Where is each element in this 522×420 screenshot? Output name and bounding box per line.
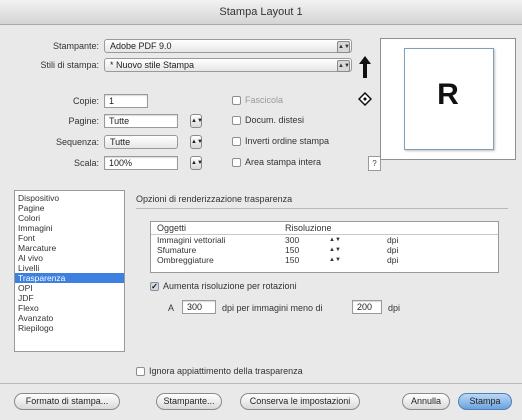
collate-checkbox[interactable]: [232, 96, 241, 105]
row-resolution: 300: [285, 235, 300, 245]
row-unit: dpi: [387, 245, 399, 255]
sequence-popup-arrows-icon[interactable]: ▲▼: [190, 135, 203, 149]
footer-divider: [0, 383, 522, 384]
printer-popup[interactable]: Adobe PDF 9.0 ▲▼: [104, 39, 352, 53]
row-popup-arrows-icon[interactable]: ▲▼: [329, 255, 341, 265]
print-button[interactable]: Stampa: [458, 393, 512, 410]
scale-field[interactable]: 100%: [104, 156, 178, 170]
row-popup-arrows-icon[interactable]: ▲▼: [329, 235, 341, 245]
printer-label: Stampante:: [52, 41, 99, 51]
sequence-label: Sequenza:: [55, 137, 99, 147]
table-row[interactable]: Ombreggiature 150 ▲▼ dpi: [151, 255, 498, 265]
list-item[interactable]: Marcature: [15, 243, 124, 253]
list-item[interactable]: OPI: [15, 283, 124, 293]
list-item[interactable]: Livelli: [15, 263, 124, 273]
print-style-label: Stili di stampa:: [40, 60, 99, 70]
list-item[interactable]: Colori: [15, 213, 124, 223]
printer-button[interactable]: Stampante...: [156, 393, 222, 410]
list-item[interactable]: JDF: [15, 293, 124, 303]
fit-to-page-checkbox[interactable]: [232, 158, 241, 167]
save-settings-button[interactable]: Conserva le impostazioni: [240, 393, 360, 410]
popup-arrows-icon: ▲▼: [337, 41, 350, 53]
column-header-resolution: Risoluzione: [285, 223, 332, 233]
reverse-order-checkbox[interactable]: [232, 137, 241, 146]
row-popup-arrows-icon[interactable]: ▲▼: [329, 245, 341, 255]
print-style-value: * Nuovo stile Stampa: [110, 60, 195, 70]
collate-label: Fascicola: [245, 95, 284, 105]
row-object: Sfumature: [157, 245, 197, 255]
rotation-threshold-field[interactable]: 200: [352, 300, 382, 314]
sequence-popup[interactable]: Tutte: [104, 135, 178, 149]
preview-letter: R: [437, 78, 459, 111]
list-item[interactable]: Al vivo: [15, 253, 124, 263]
printer-value: Adobe PDF 9.0: [110, 41, 172, 51]
rotation-middle-text: dpi per immagini meno di: [222, 303, 323, 313]
section-title: Opzioni di renderizzazione trasparenza: [136, 194, 293, 204]
popup-arrows-icon: ▲▼: [337, 60, 350, 72]
fit-to-page-label: Area stampa intera: [245, 157, 322, 167]
list-item[interactable]: Avanzato: [15, 313, 124, 323]
row-unit: dpi: [387, 255, 399, 265]
list-item[interactable]: Flexo: [15, 303, 124, 313]
ignore-flattening-checkbox[interactable]: [136, 367, 145, 376]
orientation-icon[interactable]: [357, 91, 373, 107]
row-unit: dpi: [387, 235, 399, 245]
spreads-label: Docum. distesi: [245, 115, 305, 125]
row-resolution: 150: [285, 255, 300, 265]
list-item[interactable]: Immagini: [15, 223, 124, 233]
list-item[interactable]: Dispositivo: [15, 193, 124, 203]
page-setup-button[interactable]: Formato di stampa...: [14, 393, 120, 410]
copies-label: Copie:: [72, 96, 99, 106]
pages-popup-arrows-icon[interactable]: ▲▼: [190, 114, 203, 128]
copies-field[interactable]: 1: [104, 94, 148, 108]
print-style-popup[interactable]: * Nuovo stile Stampa ▲▼: [104, 58, 352, 72]
scale-label: Scala:: [73, 158, 99, 168]
list-item[interactable]: Riepilogo: [15, 323, 124, 333]
category-list[interactable]: Dispositivo Pagine Colori Immagini Font …: [14, 190, 125, 352]
spreads-checkbox[interactable]: [232, 116, 241, 125]
row-object: Ombreggiature: [157, 255, 214, 265]
column-header-objects: Oggetti: [157, 223, 187, 233]
list-item[interactable]: Pagine: [15, 203, 124, 213]
table-row[interactable]: Sfumature 150 ▲▼ dpi: [151, 245, 498, 255]
reverse-order-label: Inverti ordine stampa: [245, 136, 330, 146]
rotation-suffix: dpi: [388, 303, 401, 313]
sequence-value: Tutte: [110, 137, 131, 147]
resolution-table: Oggetti Risoluzione Immagini vettoriali …: [150, 221, 499, 273]
pages-field[interactable]: Tutte: [104, 114, 178, 128]
window-title: Stampa Layout 1: [0, 0, 522, 25]
section-divider: [136, 208, 508, 209]
rotation-label: Aumenta risoluzione per rotazioni: [163, 281, 297, 291]
list-item[interactable]: Font: [15, 233, 124, 243]
row-resolution: 150: [285, 245, 300, 255]
list-item-selected[interactable]: Trasparenza: [15, 273, 124, 283]
rotation-resolution-field[interactable]: 300: [182, 300, 216, 314]
pages-label: Pagine:: [68, 116, 99, 126]
rotation-checkbox[interactable]: ✓: [150, 282, 159, 291]
ignore-flattening-label: Ignora appiattimento della trasparenza: [149, 366, 303, 376]
row-object: Immagini vettoriali: [157, 235, 226, 245]
rotation-prefix: A: [168, 303, 175, 313]
cancel-button[interactable]: Annulla: [402, 393, 450, 410]
table-row[interactable]: Immagini vettoriali 300 ▲▼ dpi: [151, 235, 498, 245]
scale-stepper[interactable]: ▲▼: [190, 156, 203, 170]
paper-feed-arrow-icon: [359, 56, 371, 78]
